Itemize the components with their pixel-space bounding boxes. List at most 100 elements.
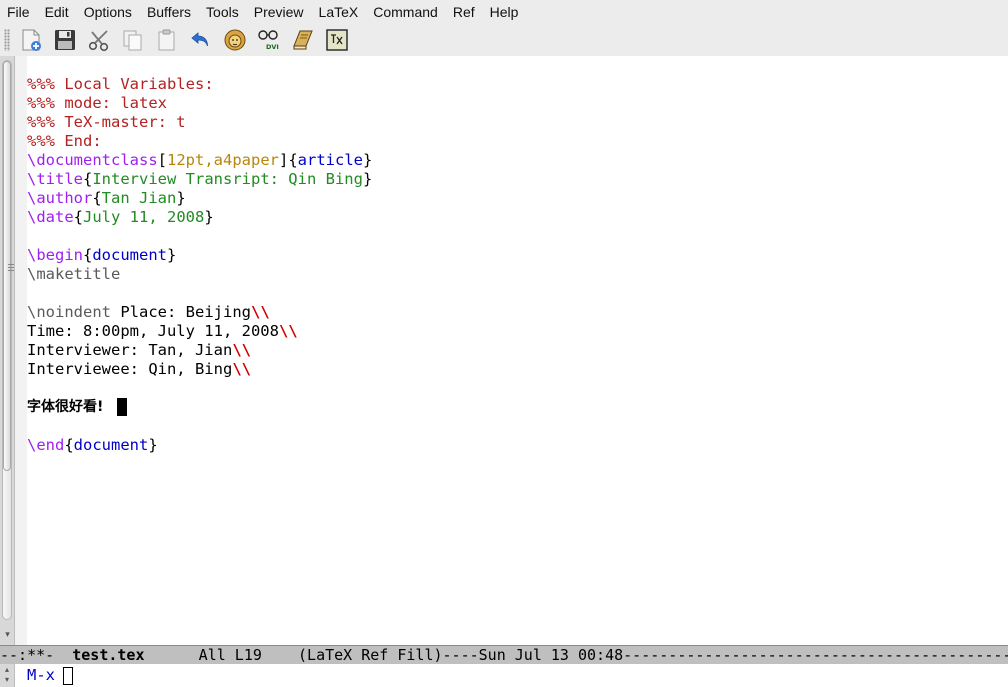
cut-icon <box>88 30 109 52</box>
code-line: \begin{document} <box>27 246 176 265</box>
bracket: ]{ <box>278 151 298 169</box>
code-line: 字体很好看! <box>27 399 104 415</box>
plain-text: Place: Beijing <box>111 303 251 321</box>
latex-command: \author <box>27 189 93 207</box>
code-line: \date{July 11, 2008} <box>27 208 214 227</box>
latex-command: \noindent <box>27 303 111 321</box>
plain-text: Interviewee: Qin, Bing <box>27 360 233 378</box>
undo-icon <box>191 32 208 47</box>
code-line: Interviewer: Tan, Jian\\ <box>27 341 251 360</box>
vertical-scrollbar[interactable]: ▾ <box>0 56 15 645</box>
latex-environment: document <box>92 246 167 264</box>
menu-command[interactable]: Command <box>373 0 438 24</box>
code-line: %%% mode: latex <box>27 94 167 112</box>
latex-command: \documentclass <box>27 151 158 169</box>
new-file-button[interactable] <box>18 27 44 53</box>
text-cursor <box>117 398 127 416</box>
line-break-marker: \\ <box>232 341 251 359</box>
bracket: { <box>92 189 102 207</box>
code-line: \noindent Place: Beijing\\ <box>27 303 270 322</box>
bracket: { <box>83 170 93 188</box>
line-break-marker: \\ <box>250 303 270 321</box>
latex-command: \title <box>27 170 83 188</box>
copy-button[interactable] <box>120 27 146 53</box>
bracket: [ <box>157 151 167 169</box>
latex-argument: July 11, 2008 <box>83 208 205 226</box>
scroll-down-arrow-icon[interactable]: ▾ <box>1 628 14 642</box>
code-line: Interviewee: Qin, Bing\\ <box>27 360 251 379</box>
bibtex-button[interactable] <box>290 27 316 53</box>
scrollbar-grip-line <box>8 270 14 271</box>
menu-options[interactable]: Options <box>84 0 132 24</box>
latex-command: \end <box>27 436 65 454</box>
code-line: %%% End: <box>27 132 102 150</box>
bracket: } <box>167 246 177 264</box>
bracket: } <box>362 170 373 188</box>
bracket: } <box>204 208 214 226</box>
tex-file-icon <box>326 29 348 51</box>
minibuffer-prompt: M-x <box>27 666 55 684</box>
code-line: \maketitle <box>27 265 121 283</box>
bracket: } <box>148 436 158 454</box>
dvi-label: DVI <box>266 43 279 51</box>
view-dvi-icon: DVI <box>258 30 279 51</box>
bracket: { <box>83 246 93 264</box>
code-line: \documentclass[12pt,a4paper]{article} <box>27 151 372 170</box>
menu-buffers[interactable]: Buffers <box>147 0 191 24</box>
bracket: { <box>64 436 74 454</box>
plain-text: Interviewer: Tan, Jian <box>27 341 233 359</box>
modeline-status: --:**- <box>0 646 73 664</box>
minibuffer-scroll-arrows-icon[interactable]: ▴ ▾ <box>0 664 15 687</box>
latex-option: 12pt,a4paper <box>167 151 279 169</box>
menu-preview[interactable]: Preview <box>254 0 304 24</box>
buffer-name[interactable]: test.tex <box>72 646 144 664</box>
menu-ref[interactable]: Ref <box>453 0 475 24</box>
latex-environment: document <box>73 436 149 454</box>
copy-icon <box>123 30 142 51</box>
line-break-marker: \\ <box>278 322 298 340</box>
bracket: { <box>73 208 84 226</box>
code-line: \author{Tan Jian} <box>27 189 186 208</box>
mode-line[interactable]: --:**- test.tex All L19 (LaTeX Ref Fill)… <box>0 645 1008 664</box>
menu-help[interactable]: Help <box>490 0 519 24</box>
menu-latex[interactable]: LaTeX <box>319 0 359 24</box>
menu-tools[interactable]: Tools <box>206 0 239 24</box>
minibuffer[interactable]: ▴ ▾ M-x <box>0 664 1008 687</box>
minibuffer-cursor <box>63 667 73 685</box>
menu-file[interactable]: File <box>7 0 30 24</box>
paste-icon <box>158 29 175 51</box>
tex-file-button[interactable] <box>324 27 350 53</box>
code-line: \title{Interview Transript: Qin Bing} <box>27 170 372 189</box>
new-file-icon <box>22 29 41 51</box>
code-line: %%% Local Variables: <box>27 75 214 93</box>
paste-button[interactable] <box>154 27 180 53</box>
latex-command: \begin <box>27 246 83 264</box>
bracket: } <box>362 151 373 169</box>
bibtex-book-icon <box>293 30 313 50</box>
fringe <box>15 56 27 645</box>
latex-argument: article <box>297 151 363 169</box>
menu-edit[interactable]: Edit <box>45 0 69 24</box>
latex-command: \date <box>27 208 74 226</box>
save-button[interactable] <box>52 27 78 53</box>
editor-buffer[interactable]: %%% Local Variables: %%% mode: latex %%%… <box>27 56 1008 645</box>
bracket: } <box>176 189 186 207</box>
scrollbar-grip-line <box>8 264 14 265</box>
code-line: %%% TeX-master: t <box>27 113 186 131</box>
menubar: File Edit Options Buffers Tools Preview … <box>0 0 1008 24</box>
line-break-marker: \\ <box>232 360 251 378</box>
latex-compile-button[interactable] <box>222 27 248 53</box>
scrollbar-thumb[interactable] <box>3 61 14 471</box>
scrollbar-grip-line <box>8 267 14 268</box>
undo-button[interactable] <box>188 27 214 53</box>
code-line: \end{document} <box>27 436 158 455</box>
toolbar-grip[interactable] <box>4 29 10 51</box>
latex-lion-icon <box>224 29 246 51</box>
code-line: Time: 8:00pm, July 11, 2008\\ <box>27 322 298 341</box>
view-dvi-button[interactable]: DVI <box>256 27 282 53</box>
cut-button[interactable] <box>86 27 112 53</box>
latex-argument: Tan Jian <box>101 189 177 207</box>
modeline-info: All L19 (LaTeX Ref Fill)----Sun Jul 13 0… <box>144 646 1008 664</box>
toolbar: DVI <box>0 24 1008 56</box>
latex-argument: Interview Transript: Qin Bing <box>92 170 363 188</box>
